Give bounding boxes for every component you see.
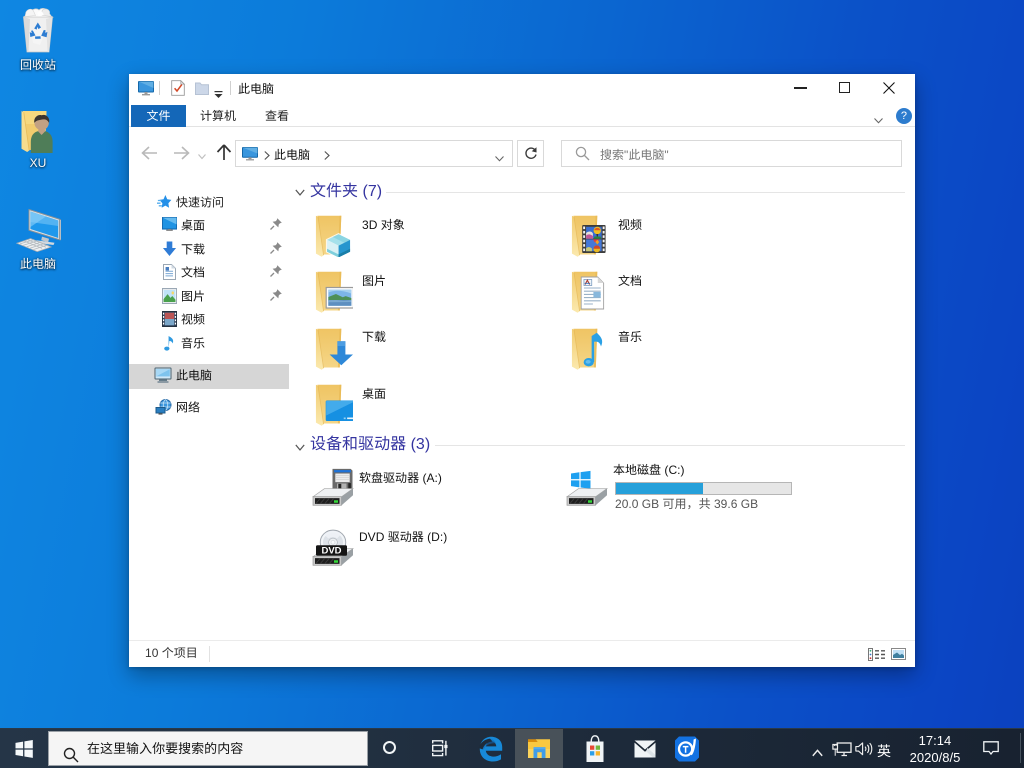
svg-text:DVD: DVD	[321, 545, 341, 555]
